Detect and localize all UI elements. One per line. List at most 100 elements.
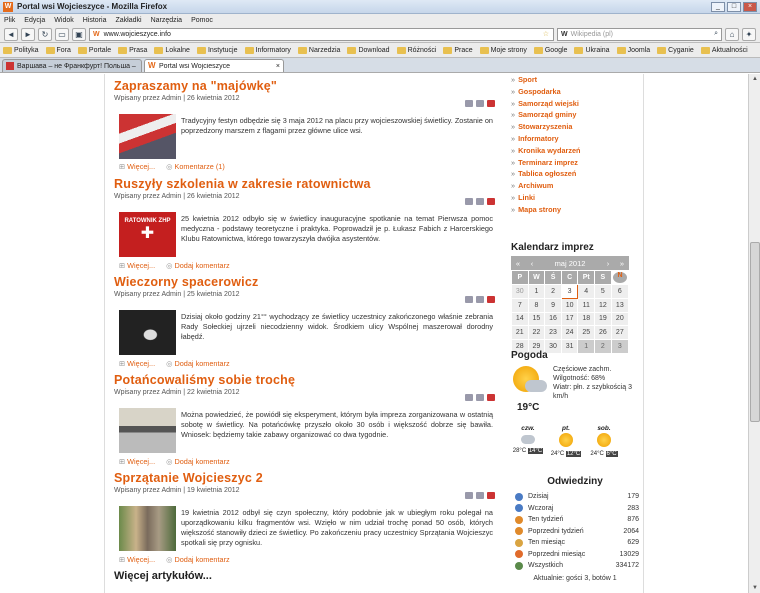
calendar-day[interactable]: 30 <box>511 284 529 299</box>
email-icon[interactable] <box>465 100 473 107</box>
read-more-link[interactable]: ⊞ Więcej... <box>119 457 155 466</box>
article-image[interactable] <box>119 506 176 551</box>
category-link[interactable]: Stowarzyszenia <box>511 121 639 133</box>
scroll-up-arrow[interactable]: ▲ <box>750 74 760 84</box>
bookmark-folder[interactable]: Joomla <box>616 46 650 54</box>
read-more-link[interactable]: ⊞ Więcej... <box>119 162 155 171</box>
bookmark-folder[interactable]: Aktualności <box>700 46 748 54</box>
print-icon[interactable] <box>476 394 484 401</box>
category-link[interactable]: Linki <box>511 192 639 204</box>
category-link[interactable]: Kronika wydarzeń <box>511 145 639 157</box>
print-icon[interactable]: ▭ <box>55 27 69 41</box>
print-icon[interactable] <box>476 100 484 107</box>
bookmark-star-icon[interactable]: ☆ <box>543 30 553 38</box>
calendar-day[interactable]: 4 <box>577 284 596 299</box>
article-image[interactable] <box>119 310 176 355</box>
read-more-link[interactable]: ⊞ Więcej... <box>119 261 155 270</box>
article-image[interactable] <box>119 408 176 453</box>
category-link[interactable]: Mapa strony <box>511 204 639 216</box>
calendar-day[interactable]: 14 <box>511 311 529 327</box>
menu-tools[interactable]: Narzędzia <box>151 17 183 24</box>
bookmark-folder[interactable]: Moje strony <box>479 46 527 54</box>
bookmark-folder[interactable]: Instytucje <box>196 46 238 54</box>
prev-year-button[interactable]: « <box>511 259 525 268</box>
close-button[interactable]: × <box>743 1 757 12</box>
bookmark-folder[interactable]: Fora <box>45 46 71 54</box>
comments-link[interactable]: ◎ Dodaj komentarz <box>166 457 230 466</box>
calendar-day[interactable]: 15 <box>527 311 546 327</box>
pdf-icon[interactable] <box>487 394 495 401</box>
home-button[interactable]: ⌂ <box>725 27 739 41</box>
menu-bookmarks[interactable]: Zakładki <box>115 17 141 24</box>
article-title[interactable]: Zapraszamy na "majówkę" <box>114 79 499 93</box>
tab-warsaw[interactable]: Варшава – не Франкфурт! Польша – н... <box>2 59 142 72</box>
calendar-day[interactable]: 2 <box>544 284 562 299</box>
print-icon[interactable] <box>476 492 484 499</box>
back-button[interactable]: ◄ <box>4 27 18 41</box>
search-engine-icon[interactable]: W <box>561 31 568 38</box>
search-icon[interactable]: ⌕ <box>714 30 721 38</box>
bookmark-folder[interactable]: Prasa <box>118 46 147 54</box>
calendar-day[interactable]: 1 <box>527 284 546 299</box>
calendar-day[interactable]: 19 <box>594 311 612 327</box>
next-year-button[interactable]: » <box>615 259 629 268</box>
menu-edit[interactable]: Edycja <box>24 17 45 24</box>
article-title[interactable]: Potańcowaliśmy sobie trochę <box>114 373 499 387</box>
category-link[interactable]: Informatory <box>511 133 639 145</box>
comments-link[interactable]: ◎ Dodaj komentarz <box>166 261 230 270</box>
calendar-day[interactable]: 24 <box>560 325 579 340</box>
email-icon[interactable] <box>465 296 473 303</box>
calendar-day[interactable]: 10 <box>560 297 579 313</box>
article-image[interactable] <box>119 114 176 159</box>
address-bar[interactable]: W www.wojcieszyce.info ☆ <box>89 27 554 41</box>
calendar-day[interactable]: 25 <box>577 325 596 340</box>
minimize-button[interactable]: _ <box>711 1 725 12</box>
bookmark-folder[interactable]: Download <box>347 46 390 54</box>
reload-button[interactable]: ↻ <box>38 27 52 41</box>
calendar-day[interactable]: 17 <box>560 311 579 327</box>
print-icon[interactable] <box>476 296 484 303</box>
menu-file[interactable]: Plik <box>4 17 15 24</box>
bookmark-folder[interactable]: Lokalne <box>154 46 190 54</box>
menu-history[interactable]: Historia <box>83 17 107 24</box>
calendar-day[interactable]: 23 <box>544 325 562 340</box>
menu-view[interactable]: Widok <box>54 17 73 24</box>
bookmark-folder[interactable]: Ukraina <box>574 46 610 54</box>
category-link[interactable]: Samorząd wiejski <box>511 98 639 110</box>
bookmark-folder[interactable]: Informatory <box>244 46 291 54</box>
calendar-day[interactable]: 21 <box>511 325 529 340</box>
read-more-link[interactable]: ⊞ Więcej... <box>119 359 155 368</box>
calendar-day[interactable]: 8 <box>527 297 546 313</box>
prev-month-button[interactable]: ‹ <box>525 259 539 268</box>
calendar-day[interactable]: 9 <box>544 297 562 313</box>
category-link[interactable]: Terminarz imprez <box>511 157 639 169</box>
calendar-day[interactable]: 18 <box>577 311 596 327</box>
calendar-day[interactable]: 22 <box>527 325 546 340</box>
calendar-day[interactable]: 12 <box>594 297 612 313</box>
close-tab-icon[interactable]: × <box>276 63 280 70</box>
email-icon[interactable] <box>465 394 473 401</box>
calendar-day[interactable]: 20 <box>610 311 630 327</box>
read-more-link[interactable]: ⊞ Więcej... <box>119 555 155 564</box>
pdf-icon[interactable] <box>487 296 495 303</box>
category-link[interactable]: Tablica ogłoszeń <box>511 168 639 180</box>
category-link[interactable]: Sport <box>511 74 639 86</box>
article-title[interactable]: Wieczorny spacerowicz <box>114 275 499 289</box>
comments-link[interactable]: ◎ Dodaj komentarz <box>166 359 230 368</box>
forward-button[interactable]: ► <box>21 27 35 41</box>
screen-icon[interactable]: ▣ <box>72 27 86 41</box>
pdf-icon[interactable] <box>487 100 495 107</box>
next-month-button[interactable]: › <box>601 259 615 268</box>
scroll-down-arrow[interactable]: ▼ <box>750 583 760 593</box>
scrollbar-thumb[interactable] <box>750 242 760 422</box>
menu-help[interactable]: Pomoc <box>191 17 213 24</box>
category-link[interactable]: Gospodarka <box>511 86 639 98</box>
calendar-day[interactable]: 27 <box>610 325 630 340</box>
bookmark-folder[interactable]: Google <box>533 46 567 54</box>
email-icon[interactable] <box>465 492 473 499</box>
calendar-day[interactable]: 7 <box>511 297 529 313</box>
category-link[interactable]: Samorząd gminy <box>511 109 639 121</box>
comments-link[interactable]: ◎ Dodaj komentarz <box>166 555 230 564</box>
search-box[interactable]: W Wikipedia (pl) ⌕ <box>557 27 722 41</box>
bookmark-folder[interactable]: Narzedzia <box>297 46 340 54</box>
